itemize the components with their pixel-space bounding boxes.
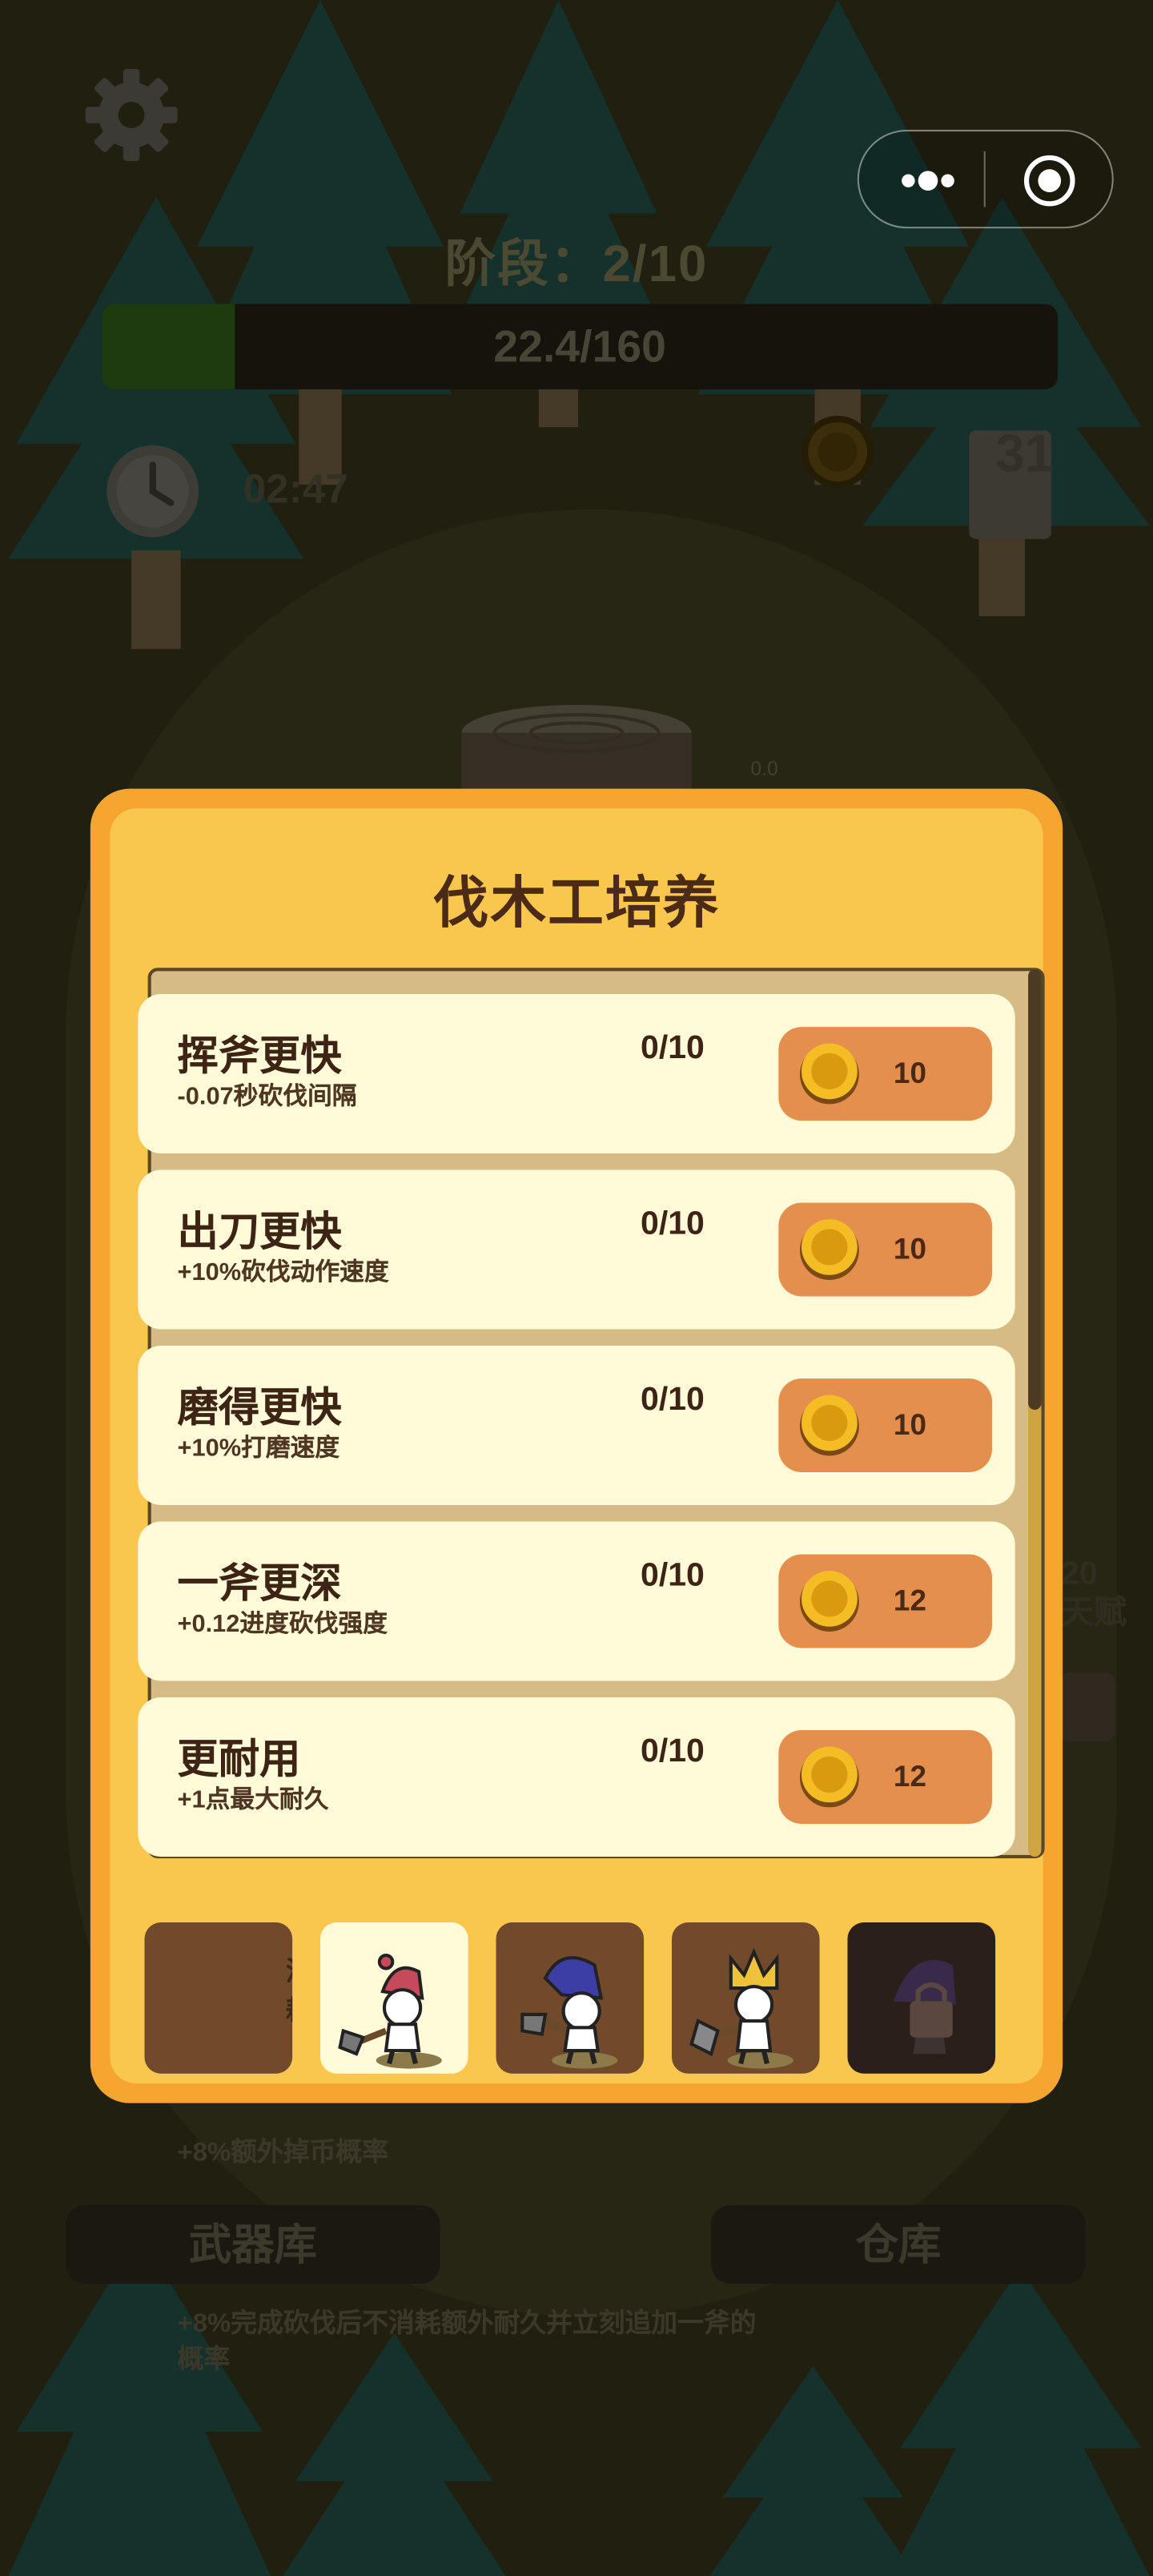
upgrade-buy-button[interactable]: 12 xyxy=(778,1730,992,1824)
upgrade-level: 0/10 xyxy=(641,1557,705,1594)
upgrade-level: 0/10 xyxy=(641,1733,705,1770)
scrollbar-thumb[interactable] xyxy=(1028,969,1042,1411)
upgrade-desc: -0.07秒砍伐间隔 xyxy=(177,1082,357,1111)
more-icon[interactable] xyxy=(895,164,961,197)
upgrade-price: 12 xyxy=(893,1759,926,1793)
coin-icon xyxy=(799,1043,859,1105)
close-miniprogram-icon[interactable] xyxy=(1023,155,1076,207)
tab-crown-lumberjack[interactable] xyxy=(671,1922,820,2074)
coin-icon xyxy=(799,1571,859,1632)
upgrade-price: 10 xyxy=(893,1407,926,1441)
upgrade-row: 更耐用 +1点最大耐久 0/10 12 xyxy=(138,1697,1015,1857)
upgrade-row: 磨得更快 +10%打磨速度 0/10 10 xyxy=(138,1346,1015,1505)
upgrade-price: 10 xyxy=(893,1056,926,1090)
blue-hat-lumberjack-icon xyxy=(520,1956,618,2069)
upgrade-desc: +1点最大耐久 xyxy=(177,1785,329,1814)
tab-blank[interactable]: 消耗 xyxy=(144,1922,293,2074)
upgrade-level: 0/10 xyxy=(641,1030,705,1067)
crown-lumberjack-icon xyxy=(689,1947,793,2069)
upgrade-name: 一斧更深 xyxy=(177,1560,342,1608)
upgrade-row: 挥斧更快 -0.07秒砍伐间隔 0/10 10 xyxy=(138,994,1015,1154)
upgrade-price: 10 xyxy=(893,1232,926,1266)
upgrade-price: 12 xyxy=(893,1584,926,1617)
upgrade-row: 出刀更快 +10%砍伐动作速度 0/10 10 xyxy=(138,1169,1015,1330)
upgrade-buy-button[interactable]: 10 xyxy=(778,1202,992,1297)
upgrade-level: 0/10 xyxy=(641,1205,705,1242)
modal-title: 伐木工培养 xyxy=(432,872,721,936)
tab-blue-hat-lumberjack[interactable] xyxy=(496,1922,645,2074)
upgrade-name: 挥斧更快 xyxy=(177,1033,342,1080)
capsule-divider xyxy=(983,151,986,207)
red-hat-lumberjack-icon xyxy=(338,1953,442,2069)
upgrade-desc: +10%砍伐动作速度 xyxy=(177,1258,389,1287)
upgrade-name: 更耐用 xyxy=(177,1737,301,1783)
upgrade-buy-button[interactable]: 10 xyxy=(778,1027,992,1121)
miniprogram-capsule xyxy=(857,130,1114,229)
tab-red-hat-lumberjack[interactable] xyxy=(320,1922,468,2074)
tab-locked-lumberjack[interactable] xyxy=(847,1922,996,2074)
coin-icon xyxy=(799,1395,859,1456)
upgrade-row: 一斧更深 +0.12进度砍伐强度 0/10 12 xyxy=(138,1521,1015,1681)
upgrade-desc: +10%打磨速度 xyxy=(177,1434,340,1463)
tab-peek-text: 消耗 xyxy=(286,1949,292,2027)
coin-icon xyxy=(799,1746,859,1808)
upgrade-name: 磨得更快 xyxy=(177,1385,342,1431)
upgrade-desc: +0.12进度砍伐强度 xyxy=(177,1610,388,1639)
lock-icon xyxy=(893,1959,956,2055)
upgrade-buy-button[interactable]: 12 xyxy=(778,1554,992,1648)
upgrade-name: 出刀更快 xyxy=(177,1209,342,1256)
upgrade-level: 0/10 xyxy=(641,1382,705,1419)
coin-icon xyxy=(799,1219,859,1280)
upgrade-buy-button[interactable]: 10 xyxy=(778,1379,992,1472)
